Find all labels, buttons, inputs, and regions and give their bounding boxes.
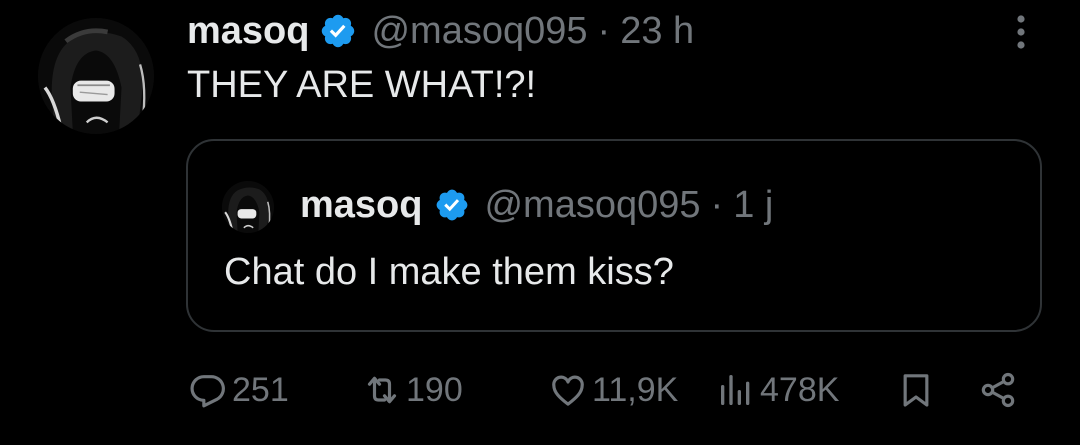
tweet-header: masoq @masoq095 · 23 h: [187, 6, 694, 56]
reply-count: 251: [232, 370, 289, 409]
analytics-icon: [716, 370, 756, 410]
tweet-timestamp[interactable]: 23 h: [620, 10, 694, 53]
views-count: 478K: [760, 370, 840, 409]
retweet-icon: [362, 370, 402, 410]
header-separator: ·: [597, 9, 611, 52]
tweet-text: THEY ARE WHAT!?!: [187, 64, 537, 106]
author-name[interactable]: masoq: [187, 10, 309, 53]
reply-icon: [188, 370, 228, 410]
share-button[interactable]: [978, 360, 1022, 420]
more-vertical-icon[interactable]: [1008, 12, 1034, 52]
heart-icon: [548, 370, 588, 410]
quoted-author-name: masoq: [300, 183, 423, 226]
like-button[interactable]: 11,9K: [548, 360, 678, 420]
share-icon: [978, 370, 1018, 410]
avatar[interactable]: [38, 18, 154, 134]
quoted-tweet-text: Chat do I make them kiss?: [224, 251, 674, 293]
retweet-button[interactable]: 190: [362, 360, 463, 420]
quoted-avatar-image: [222, 181, 274, 233]
author-handle[interactable]: @masoq095: [371, 10, 587, 53]
quoted-verified-badge-icon: [434, 187, 470, 223]
tweet[interactable]: masoq @masoq095 · 23 h THEY ARE WHAT!?!: [0, 0, 1080, 445]
bookmark-icon: [896, 370, 936, 410]
quoted-avatar: [222, 181, 274, 233]
quoted-header: masoq @masoq095 · 1 j: [300, 179, 773, 231]
action-bar: 251 190 11,9K 478K: [0, 360, 1080, 420]
quoted-timestamp: 1 j: [733, 183, 774, 226]
retweet-count: 190: [406, 370, 463, 409]
quoted-author-handle: @masoq095: [484, 183, 701, 226]
reply-button[interactable]: 251: [188, 360, 289, 420]
views-button[interactable]: 478K: [716, 360, 839, 420]
quoted-header-separator: ·: [710, 183, 724, 226]
bookmark-button[interactable]: [896, 360, 940, 420]
verified-badge-icon[interactable]: [319, 12, 357, 50]
like-count: 11,9K: [592, 370, 679, 409]
quoted-tweet[interactable]: masoq @masoq095 · 1 j Chat do I make the…: [186, 139, 1042, 332]
avatar-image: [38, 18, 154, 134]
